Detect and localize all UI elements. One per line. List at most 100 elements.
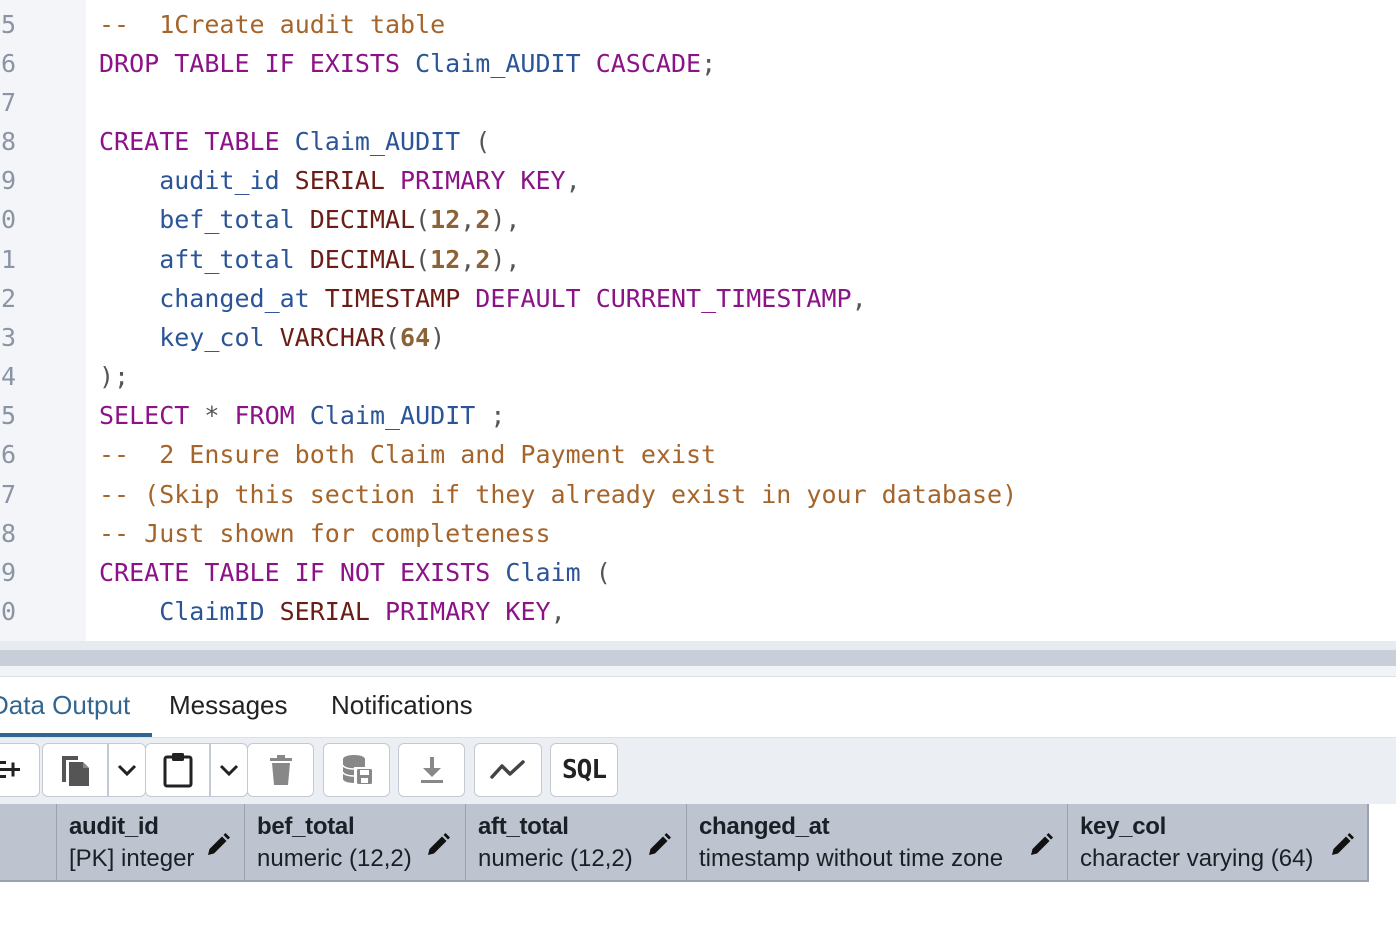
code-token: CASCADE — [595, 49, 702, 78]
column-header-key-col[interactable]: key_col character varying (64) — [1068, 804, 1369, 882]
paste-options-dropdown[interactable] — [210, 744, 248, 796]
download-button[interactable] — [398, 743, 465, 797]
tab-notifications[interactable]: Notifications — [331, 677, 473, 737]
line-number: 63 — [0, 323, 17, 352]
code-token: , — [460, 205, 476, 234]
pencil-icon[interactable] — [425, 832, 451, 858]
line-number: 55 — [0, 10, 17, 39]
code-token: 2 — [475, 245, 491, 274]
code-token: -- (Skip this section if they already ex… — [99, 480, 1018, 509]
code-token: ( — [415, 245, 431, 274]
line-number: 58 — [0, 127, 17, 156]
code-token: SERIAL — [294, 166, 401, 195]
copy-options-dropdown[interactable] — [108, 744, 146, 796]
code-token: , — [550, 597, 566, 626]
graph-icon — [490, 760, 525, 779]
panel-resize-handle[interactable] — [0, 650, 1396, 666]
code-line[interactable]: ClaimID SERIAL PRIMARY KEY, — [99, 592, 566, 631]
pencil-icon[interactable] — [205, 832, 231, 858]
code-token: ); — [99, 362, 130, 391]
code-token: DECIMAL — [309, 245, 416, 274]
add-row-button[interactable] — [0, 743, 40, 797]
code-line[interactable]: DROP TABLE IF EXISTS Claim_AUDIT CASCADE… — [99, 44, 716, 83]
paste-icon — [163, 753, 192, 788]
code-token: audit_id — [99, 166, 295, 195]
row-header-corner[interactable] — [0, 804, 58, 882]
code-token: ( — [595, 558, 611, 587]
delete-row-button[interactable] — [247, 743, 314, 797]
code-line[interactable]: key_col VARCHAR(64) — [99, 318, 445, 357]
code-token: 2 — [475, 205, 491, 234]
code-line[interactable]: bef_total DECIMAL(12,2), — [99, 200, 520, 239]
code-token: CREATE TABLE IF NOT EXISTS — [99, 558, 506, 587]
column-header-audit-id[interactable]: audit_id [PK] integer — [57, 804, 246, 882]
code-line[interactable]: ); — [99, 357, 129, 396]
column-header-bef-total[interactable]: bef_total numeric (12,2) — [245, 804, 467, 882]
column-header-changed-at[interactable]: changed_at timestamp without time zone — [687, 804, 1069, 882]
copy-button[interactable] — [43, 744, 107, 796]
code-line[interactable]: -- Just shown for completeness — [99, 514, 551, 553]
code-line[interactable]: audit_id SERIAL PRIMARY KEY, — [99, 161, 580, 200]
pencil-icon[interactable] — [1329, 832, 1355, 858]
output-tabs: Data Output Messages Notifications — [0, 677, 1396, 738]
pencil-icon[interactable] — [646, 832, 672, 858]
sql-icon: SQL — [562, 755, 607, 785]
code-token: TIMESTAMP — [324, 284, 476, 313]
code-token: , — [460, 245, 476, 274]
paste-button[interactable] — [146, 744, 209, 796]
code-token: DECIMAL — [309, 205, 416, 234]
column-type: [PK] integer — [69, 845, 195, 872]
tab-data-output[interactable]: Data Output — [0, 677, 130, 737]
code-token: 1 — [159, 10, 175, 39]
column-type: numeric (12,2) — [257, 845, 412, 872]
code-line[interactable]: changed_at TIMESTAMP DEFAULT CURRENT_TIM… — [99, 279, 867, 318]
code-token: , — [851, 284, 867, 313]
code-token: Claim_AUDIT — [309, 401, 491, 430]
tab-messages[interactable]: Messages — [169, 677, 288, 737]
code-token: * — [204, 401, 235, 430]
column-name: aft_total — [478, 813, 569, 840]
line-number: 65 — [0, 401, 17, 430]
code-token: ; — [701, 49, 717, 78]
code-line[interactable]: -- 1Create audit table — [99, 5, 445, 44]
code-token: Claim — [505, 558, 596, 587]
code-line[interactable]: -- (Skip this section if they already ex… — [99, 475, 1017, 514]
sql-button[interactable]: SQL — [550, 743, 618, 797]
line-number-gutter: 55 56 57 58 59 60 61 62 63 64 65 66 67 6… — [0, 0, 86, 641]
code-line[interactable]: SELECT * FROM Claim_AUDIT ; — [99, 396, 505, 435]
code-token: PRIMARY KEY — [384, 597, 551, 626]
code-token: ( — [475, 127, 491, 156]
code-token: key_col — [99, 323, 280, 352]
pencil-icon[interactable] — [1028, 832, 1054, 858]
code-token: ), — [490, 205, 521, 234]
code-line[interactable]: aft_total DECIMAL(12,2), — [99, 240, 520, 279]
code-line[interactable]: CREATE TABLE Claim_AUDIT ( — [99, 122, 490, 161]
graph-visualiser-button[interactable] — [474, 743, 542, 797]
code-token: -- Just shown for completeness — [99, 519, 551, 548]
column-name: bef_total — [257, 813, 355, 840]
column-header-aft-total[interactable]: aft_total numeric (12,2) — [466, 804, 688, 882]
code-line[interactable]: CREATE TABLE IF NOT EXISTS Claim ( — [99, 553, 611, 592]
line-number: 56 — [0, 49, 17, 78]
code-token: DEFAULT CURRENT_TIMESTAMP — [475, 284, 852, 313]
editor-bottom-strip — [0, 641, 1396, 650]
column-type: timestamp without time zone — [699, 845, 1004, 872]
data-output-toolbar: SQL — [0, 738, 1396, 804]
code-token: Claim_AUDIT — [415, 49, 596, 78]
chevron-down-icon — [219, 764, 239, 777]
sql-editor[interactable]: 55 56 57 58 59 60 61 62 63 64 65 66 67 6… — [0, 0, 1396, 641]
code-token: SELECT — [99, 401, 205, 430]
line-number: 68 — [0, 519, 17, 548]
code-token: changed_at — [99, 284, 325, 313]
save-data-button[interactable] — [323, 743, 390, 797]
code-token: SERIAL — [279, 597, 385, 626]
code-token: ( — [384, 323, 401, 352]
column-name: key_col — [1080, 813, 1166, 840]
line-number: 60 — [0, 205, 17, 234]
code-token: Claim_AUDIT — [294, 127, 476, 156]
line-number: 64 — [0, 362, 17, 391]
line-number: 70 — [0, 597, 17, 626]
code-token: -- 2 Ensure both Claim and Payment exist — [99, 440, 717, 469]
code-line[interactable]: -- 2 Ensure both Claim and Payment exist — [99, 435, 716, 474]
active-tab-indicator — [0, 733, 152, 737]
